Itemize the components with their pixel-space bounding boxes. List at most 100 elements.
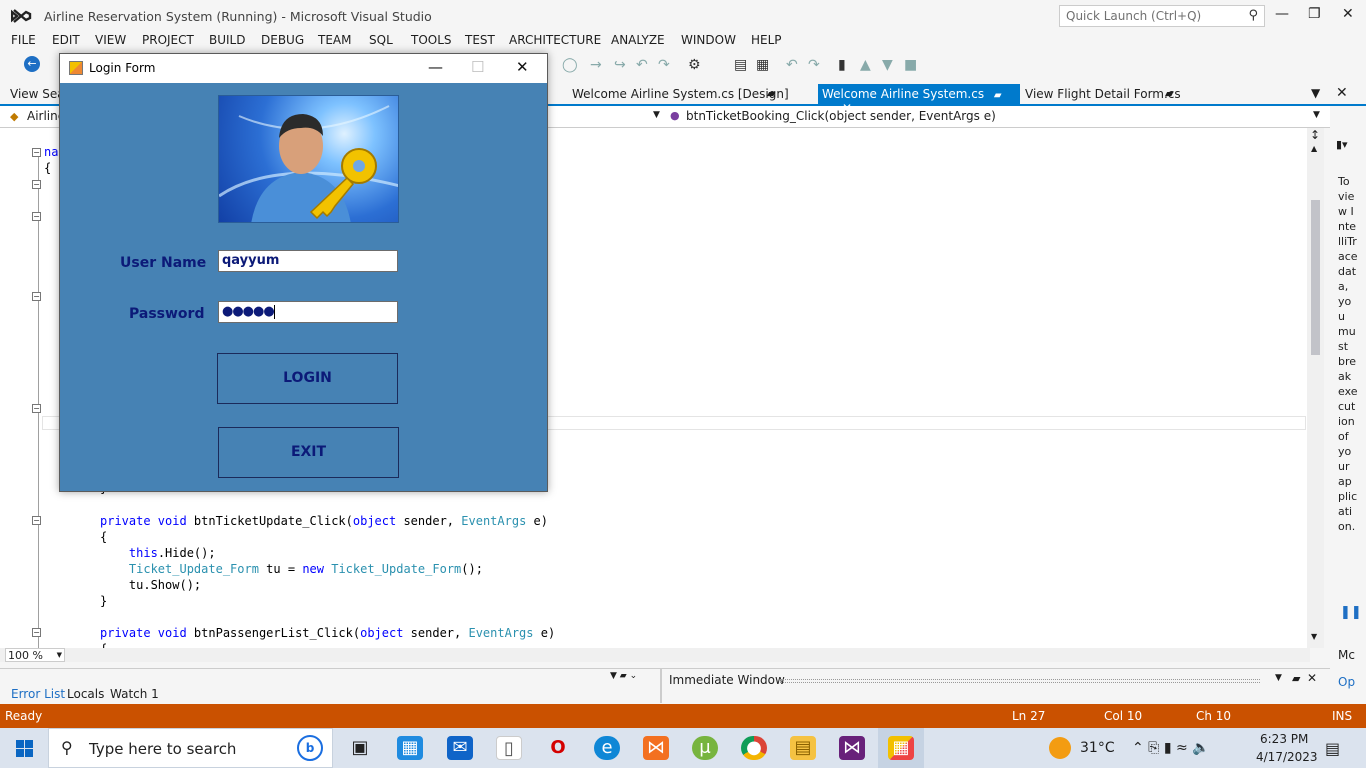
tab-locals[interactable]: Locals (67, 687, 104, 701)
pin-icon[interactable]: ▰ (1165, 87, 1173, 100)
menu-analyze[interactable]: ANALYZE (611, 33, 665, 47)
tab-watch-1[interactable]: Watch 1 (110, 687, 159, 701)
restore-icon[interactable]: ❐ (1308, 6, 1321, 22)
pin-icon[interactable]: ▰ (1292, 672, 1300, 685)
stack-icon[interactable]: ▦ (756, 57, 769, 73)
minimize-icon[interactable]: — (1275, 6, 1289, 22)
collapse-icon[interactable]: − (32, 148, 41, 157)
step-out-icon[interactable]: ↷ (658, 57, 670, 73)
scrollbar-thumb[interactable] (1311, 200, 1320, 355)
clear-bookmarks-icon[interactable]: ■ (904, 57, 917, 73)
menu-architecture[interactable]: ARCHITECTURE (509, 33, 601, 47)
login-form-taskbar-icon[interactable]: ▦ (888, 736, 914, 760)
pin-icon[interactable]: ▰ (767, 87, 775, 100)
menu-team[interactable]: TEAM (318, 33, 351, 47)
menu-view[interactable]: VIEW (95, 33, 126, 47)
member-dropdown-icon[interactable]: ▼ (1313, 110, 1320, 120)
collapse-icon[interactable]: − (32, 628, 41, 637)
scroll-down-icon[interactable]: ▼ (1311, 632, 1317, 641)
menu-tools[interactable]: TOOLS (411, 33, 452, 47)
panel-menu-icon[interactable]: ▮▾ (1336, 138, 1348, 151)
collapse-icon[interactable]: − (32, 212, 41, 221)
menu-build[interactable]: BUILD (209, 33, 245, 47)
chrome-icon[interactable]: ● (741, 736, 767, 760)
menu-debug[interactable]: DEBUG (261, 33, 304, 47)
tab-error-list[interactable]: Error List (11, 687, 65, 701)
prev-bookmark-icon[interactable]: ▲ (860, 57, 871, 73)
edge-icon[interactable]: e (594, 736, 620, 760)
file-icon[interactable]: ▯ (496, 736, 522, 760)
class-icon: ◆ (10, 110, 19, 123)
clock-date[interactable]: 4/17/2023 (1256, 750, 1318, 764)
collapse-icon[interactable]: − (32, 292, 41, 301)
close-panel-icon[interactable]: ✕ (1336, 85, 1348, 101)
next-bookmark-icon[interactable]: ▼ (882, 57, 893, 73)
menu-help[interactable]: HELP (751, 33, 782, 47)
step-over-icon[interactable]: ↶ (636, 57, 648, 73)
opera-icon[interactable]: O (545, 736, 571, 760)
tab-welcome-design[interactable]: Welcome Airline System.cs [Design] (572, 87, 789, 101)
tab-view-flight-detail[interactable]: View Flight Detail Form.cs (1025, 87, 1181, 101)
menu-window[interactable]: WINDOW (681, 33, 736, 47)
maximize-icon[interactable]: ☐ (471, 58, 484, 76)
gutter-line (38, 154, 39, 648)
step-icon[interactable]: ◯ (562, 57, 578, 73)
menu-sql[interactable]: SQL (369, 33, 393, 47)
tab-welcome-code[interactable]: Welcome Airline System.cs ▰ ✕ (818, 84, 1020, 115)
quick-launch-input[interactable]: Quick Launch (Ctrl+Q) ⚲ (1059, 5, 1265, 27)
minimize-icon[interactable]: — (428, 58, 443, 76)
exit-button[interactable]: EXIT (218, 427, 399, 478)
collapse-icon[interactable]: − (32, 180, 41, 189)
login-button[interactable]: LOGIN (217, 353, 398, 404)
member-dropdown[interactable]: btnTicketBooking_Click(object sender, Ev… (686, 109, 996, 123)
right-panel-link[interactable]: Op (1338, 675, 1355, 689)
xampp-icon[interactable]: ⋈ (643, 736, 669, 760)
zoom-dropdown[interactable]: 100 % ▼ (5, 648, 65, 662)
close-icon[interactable]: ✕ (516, 58, 529, 76)
editor-horizontal-scrollbar[interactable] (0, 648, 1310, 662)
login-form-titlebar[interactable]: Login Form — ☐ ✕ (60, 54, 547, 83)
file-explorer-icon[interactable]: ▤ (790, 736, 816, 760)
panel-options-icon[interactable]: ▼ ▰ ⌄ (610, 671, 637, 681)
clock-time[interactable]: 6:23 PM (1260, 732, 1308, 746)
panel-dropdown-icon[interactable]: ▼ (1275, 673, 1282, 683)
utorrent-icon[interactable]: μ (692, 736, 718, 760)
notifications-icon[interactable]: ▤ (1325, 739, 1340, 758)
bookmark-icon[interactable]: ▮ (838, 57, 846, 73)
password-input[interactable]: ●●●●● (218, 301, 398, 323)
zoom-dropdown-icon[interactable]: ▼ (57, 651, 62, 659)
task-view-icon[interactable]: ▣ (347, 736, 373, 760)
step-into-icon[interactable]: ↪ (614, 57, 626, 73)
menu-test[interactable]: TEST (465, 33, 495, 47)
windows-start-icon[interactable] (16, 740, 33, 757)
member-dropdown-arrow-icon[interactable]: ▼ (653, 110, 660, 120)
taskbar-search-box[interactable]: ⚲ Type here to search b (48, 728, 333, 768)
menu-project[interactable]: PROJECT (142, 33, 194, 47)
pin-icon[interactable]: ▰ (994, 90, 1002, 101)
mail-icon[interactable]: ✉ (447, 736, 473, 760)
store-icon[interactable]: ▦ (397, 736, 423, 760)
redo-icon[interactable]: ↷ (808, 57, 820, 73)
arrow-right-icon[interactable]: → (590, 57, 602, 73)
collapse-icon[interactable]: − (32, 404, 41, 413)
username-input[interactable]: qayyum (218, 250, 398, 272)
menu-edit[interactable]: EDIT (52, 33, 80, 47)
split-icon[interactable]: ↕ (1310, 128, 1320, 142)
panel-splitter (660, 669, 662, 703)
close-icon[interactable]: ✕ (1307, 671, 1317, 685)
hex-icon[interactable]: ⚙ (688, 57, 701, 73)
weather-temperature[interactable]: 31°C (1080, 740, 1115, 756)
thread-icon[interactable]: ▤ (734, 57, 747, 73)
visual-studio-taskbar-icon[interactable]: ⋈ (839, 736, 865, 760)
undo-icon[interactable]: ↶ (786, 57, 798, 73)
pause-icon[interactable]: ❚❚ (1340, 605, 1362, 620)
bing-icon[interactable]: b (297, 735, 323, 761)
close-icon[interactable]: ✕ (1342, 6, 1354, 22)
tab-list-dropdown-icon[interactable]: ▼ (1311, 86, 1320, 100)
scroll-up-icon[interactable]: ▲ (1311, 144, 1317, 153)
status-char: Ch 10 (1196, 709, 1232, 723)
menu-file[interactable]: FILE (11, 33, 36, 47)
back-icon[interactable]: ← (24, 56, 40, 72)
system-tray-icons[interactable]: ⌃ ⎘ ▮ ≈ 🔈 (1132, 740, 1210, 756)
collapse-icon[interactable]: − (32, 516, 41, 525)
